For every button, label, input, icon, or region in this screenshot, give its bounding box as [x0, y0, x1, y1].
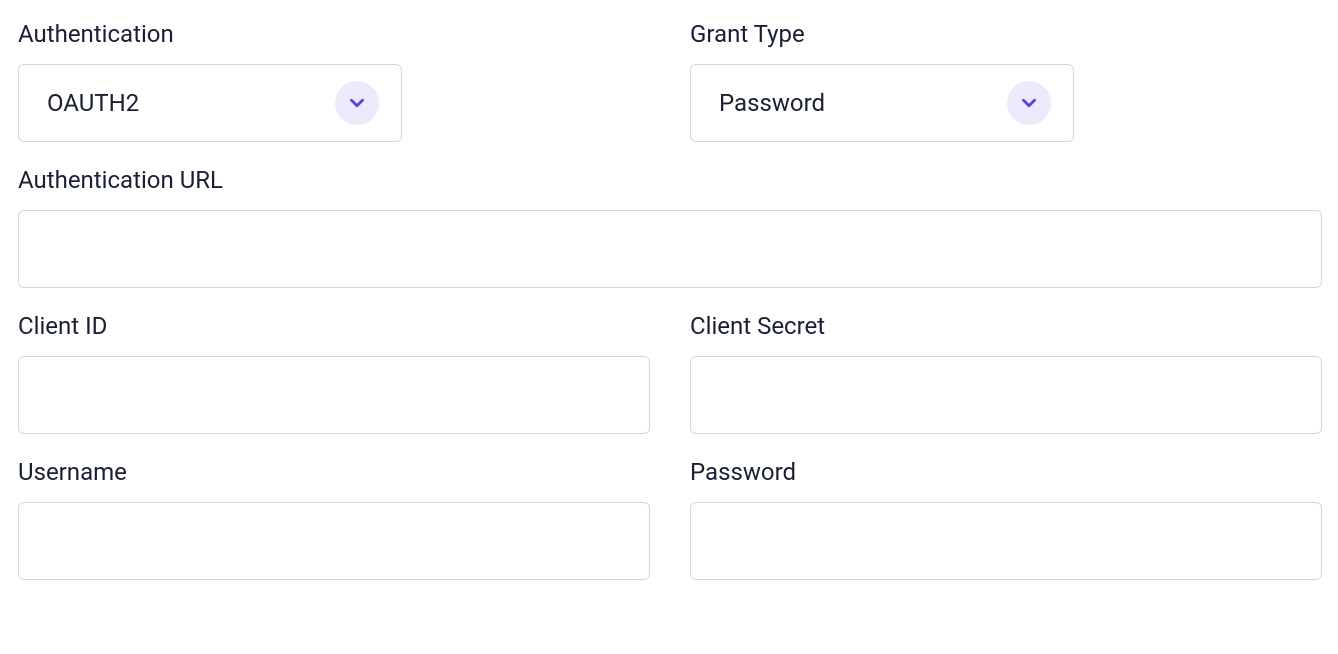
grant-type-field: Grant Type Password [690, 20, 1322, 142]
authentication-select[interactable]: OAUTH2 [18, 64, 402, 142]
auth-url-input[interactable] [18, 210, 1322, 288]
chevron-down-icon [1007, 81, 1051, 125]
authentication-value: OAUTH2 [47, 89, 139, 117]
chevron-down-icon [335, 81, 379, 125]
grant-type-select[interactable]: Password [690, 64, 1074, 142]
password-input[interactable] [690, 502, 1322, 580]
password-field: Password [690, 458, 1322, 580]
client-secret-label: Client Secret [690, 312, 1322, 340]
username-field: Username [18, 458, 650, 580]
password-label: Password [690, 458, 1322, 486]
grant-type-label: Grant Type [690, 20, 1322, 48]
username-label: Username [18, 458, 650, 486]
client-secret-input[interactable] [690, 356, 1322, 434]
auth-form: Authentication OAUTH2 Grant Type Passwor… [18, 20, 1320, 580]
client-id-field: Client ID [18, 312, 650, 434]
grant-type-value: Password [719, 89, 825, 117]
auth-url-label: Authentication URL [18, 166, 1322, 194]
username-input[interactable] [18, 502, 650, 580]
client-id-label: Client ID [18, 312, 650, 340]
auth-url-field: Authentication URL [18, 166, 1322, 288]
client-secret-field: Client Secret [690, 312, 1322, 434]
client-id-input[interactable] [18, 356, 650, 434]
authentication-field: Authentication OAUTH2 [18, 20, 650, 142]
authentication-label: Authentication [18, 20, 650, 48]
